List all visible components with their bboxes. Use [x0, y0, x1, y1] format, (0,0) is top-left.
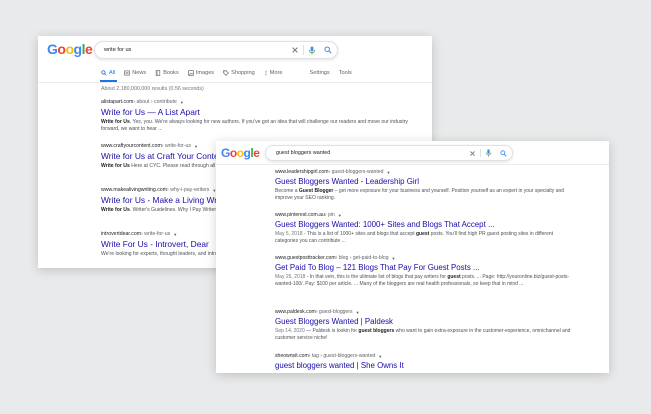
tab-label: Books	[163, 70, 179, 76]
result-snippet: Become a Guest Blogger – get more exposu…	[275, 188, 565, 202]
google-logo[interactable]: Google	[221, 146, 260, 160]
search-results-window-guest-bloggers: Google guest bloggers wanted www.leaders…	[216, 141, 609, 373]
result-title[interactable]: Guest Bloggers Wanted | Paldesk	[275, 317, 609, 326]
divider	[216, 164, 609, 165]
tab-news[interactable]: News	[124, 70, 146, 76]
clear-icon[interactable]	[291, 46, 299, 54]
result-snippet: Sep 14, 2020 — Paldesk is lookin for gue…	[275, 328, 571, 342]
result-url[interactable]: alistapart.com › about › contribute ▼	[101, 98, 432, 106]
settings-label: Settings	[309, 70, 330, 76]
divider	[38, 82, 432, 83]
search-result: www.leadershipgirl.com › guest-bloggers-…	[275, 168, 609, 203]
result-title[interactable]: Write for Us — A List Apart	[101, 107, 432, 117]
image-icon	[188, 70, 194, 76]
result-title[interactable]: Guest Bloggers Wanted: 1000+ Sites and B…	[275, 220, 609, 229]
result-snippet: May 25, 2018 - In that vein, this is the…	[275, 274, 570, 288]
tab-label: Shopping	[231, 70, 255, 76]
result-title[interactable]: guest bloggers wanted | She Owns It	[275, 361, 609, 370]
google-logo[interactable]: Google	[47, 41, 93, 57]
tab-label: Images	[195, 70, 215, 76]
search-input[interactable]: guest bloggers wanted	[276, 150, 330, 156]
divider	[303, 45, 304, 55]
search-bar[interactable]: write for us	[94, 41, 338, 59]
result-url[interactable]: www.pinterest.com.au › pin ▼	[275, 211, 609, 219]
dropdown-caret-icon[interactable]: ▼	[356, 310, 360, 315]
search-icon[interactable]	[500, 149, 507, 157]
search-result: alistapart.com › about › contribute ▼ Wri…	[101, 98, 432, 134]
search-result: www.pinterest.com.au › pin ▼ Guest Blogge…	[275, 211, 609, 246]
result-snippet: May 5, 2018 - This is a list of 1000+ si…	[275, 231, 554, 245]
dropdown-caret-icon[interactable]: ▼	[194, 144, 198, 149]
microphone-icon[interactable]	[308, 45, 316, 55]
tab-books[interactable]: Books	[155, 70, 179, 76]
result-url[interactable]: www.leadershipgirl.com › guest-bloggers-…	[275, 168, 609, 176]
more-dots-icon	[265, 70, 267, 76]
tag-icon	[223, 70, 229, 76]
book-icon	[156, 70, 161, 76]
search-result: sheownsit.com › tag › guest-bloggers-wan…	[275, 352, 609, 370]
result-title[interactable]: Guest Bloggers Wanted - Leadership Girl	[275, 177, 609, 186]
search-result: www.paldesk.com › guest-bloggers ▼ Guest …	[275, 308, 609, 343]
clear-icon[interactable]	[469, 150, 476, 157]
result-title[interactable]: Get Paid To Blog – 121 Blogs That Pay Fo…	[275, 263, 609, 272]
tab-shopping[interactable]: Shopping	[223, 70, 255, 76]
divider	[480, 149, 481, 157]
tab-all[interactable]: All	[101, 70, 115, 76]
news-icon	[124, 70, 130, 76]
search-input[interactable]: write for us	[104, 47, 131, 53]
search-icon	[101, 70, 107, 76]
result-url[interactable]: www.guestposttracker.com › blog › get-pa…	[275, 254, 609, 262]
dropdown-caret-icon[interactable]: ▼	[386, 170, 390, 175]
result-url[interactable]: www.paldesk.com › guest-bloggers ▼	[275, 308, 609, 316]
dropdown-caret-icon[interactable]: ▼	[338, 213, 342, 218]
search-icon[interactable]	[324, 46, 332, 54]
tools-label: Tools	[338, 70, 352, 76]
dropdown-caret-icon[interactable]: ▼	[378, 354, 382, 359]
search-bar[interactable]: guest bloggers wanted	[265, 145, 513, 161]
tab-label: More	[269, 70, 283, 76]
tools-link[interactable]: Tools	[339, 70, 352, 76]
result-url[interactable]: sheownsit.com › tag › guest-bloggers-wan…	[275, 352, 609, 360]
dropdown-caret-icon[interactable]: ▼	[392, 256, 396, 261]
settings-link[interactable]: Settings	[310, 70, 330, 76]
dropdown-caret-icon[interactable]: ▼	[180, 100, 184, 105]
dropdown-caret-icon[interactable]: ▼	[173, 232, 177, 237]
tab-label: All	[109, 70, 116, 76]
result-stats: About 2,180,000,000 results (0.56 second…	[101, 86, 204, 92]
tab-images[interactable]: Images	[188, 70, 214, 76]
microphone-icon[interactable]	[485, 149, 492, 157]
search-result: www.guestposttracker.com › blog › get-pa…	[275, 254, 609, 289]
search-tabs: All News Books Images Shopping More Sett…	[101, 70, 361, 76]
tab-more[interactable]: More	[264, 70, 283, 76]
result-snippet: Write for Us. Yes, you. We're always loo…	[101, 119, 408, 133]
tab-label: News	[132, 70, 147, 76]
